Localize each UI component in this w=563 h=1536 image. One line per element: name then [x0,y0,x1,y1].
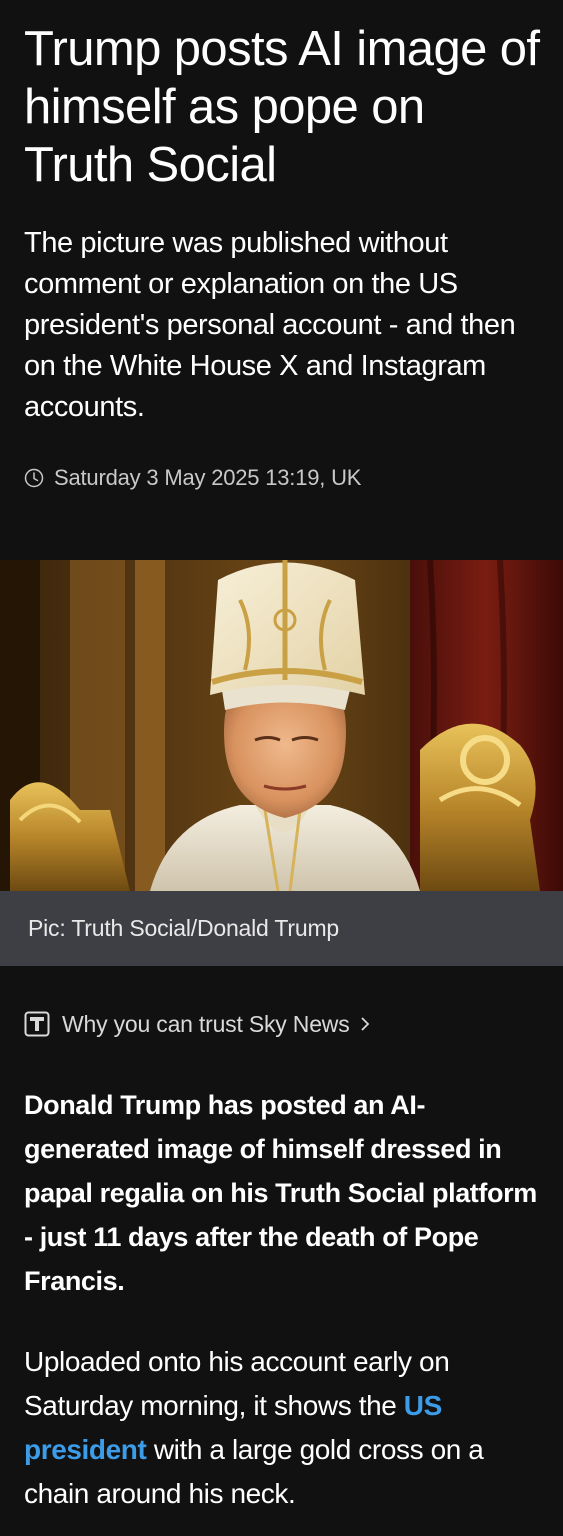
clock-icon [24,468,44,488]
trust-link-label: Why you can trust Sky News [62,1010,350,1037]
article-hero-image[interactable] [0,560,563,891]
timestamp-text: Saturday 3 May 2025 13:19, UK [54,465,362,490]
article-lede: Donald Trump has posted an AI-generated … [24,1090,537,1296]
article-headline: Trump posts AI image of himself as pope … [24,22,540,192]
paragraph-text-start: Uploaded onto his account early on Satur… [24,1346,450,1421]
trust-t-icon [24,1011,50,1037]
article-timestamp: Saturday 3 May 2025 13:19, UK [24,462,361,494]
chevron-right-icon [360,1017,369,1031]
article-paragraph: Uploaded onto his account early on Satur… [24,1340,544,1516]
image-caption: Pic: Truth Social/Donald Trump [28,915,340,941]
article-standfirst: The picture was published without commen… [24,227,516,423]
trust-sky-news-link[interactable]: Why you can trust Sky News [24,1006,370,1042]
image-caption-bar: Pic: Truth Social/Donald Trump [0,891,563,966]
